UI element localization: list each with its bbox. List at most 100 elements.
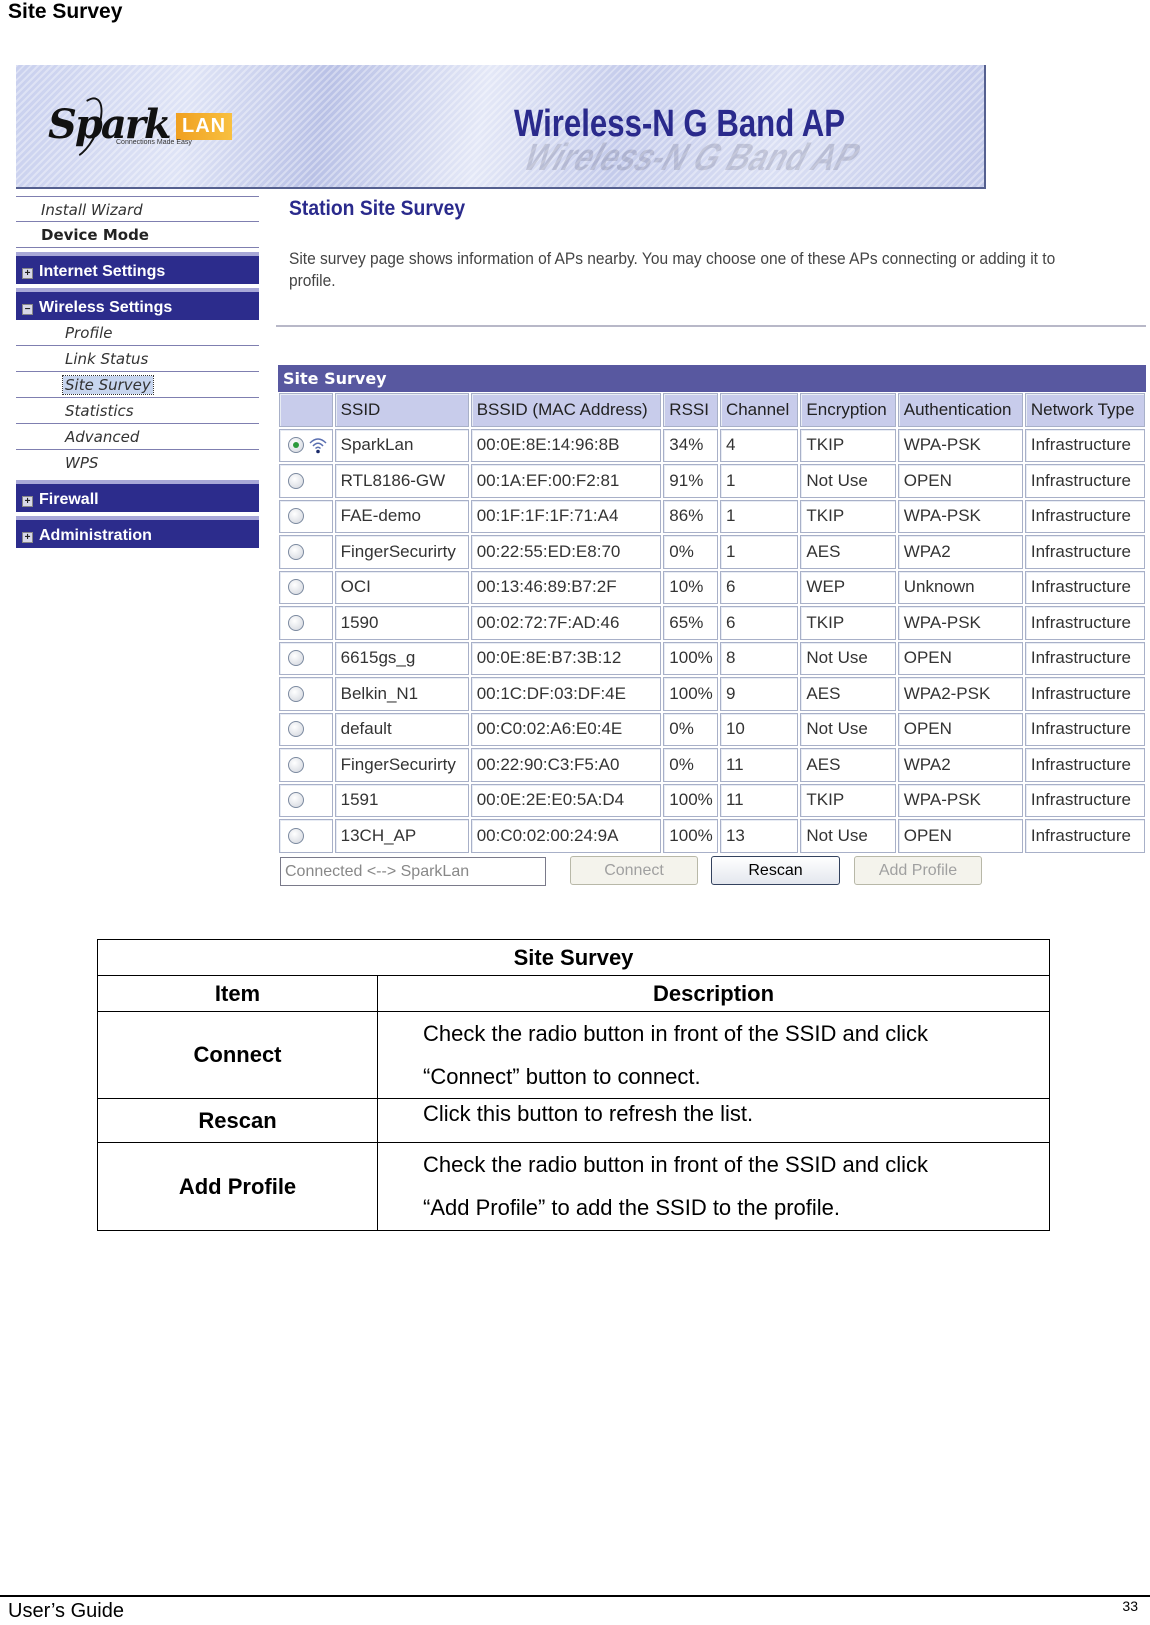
sidebar-item-label: Advanced xyxy=(65,428,140,446)
rssi-cell: 100% xyxy=(663,677,718,711)
select-cell xyxy=(279,677,333,711)
sidebar-item-install-wizard[interactable]: Install Wizard xyxy=(16,196,259,222)
table-row: Connect Check the radio button in front … xyxy=(97,1011,1050,1099)
ssid-cell: 13CH_AP xyxy=(334,819,469,853)
encryption-cell: AES xyxy=(800,535,896,569)
ap-select-radio[interactable] xyxy=(288,437,304,454)
table-row: default 00:C0:02:A6:E0:4E 0% 10 Not Use OPEN I… xyxy=(278,712,1146,748)
sidebar-item-wps[interactable]: WPS xyxy=(16,450,259,476)
sidebar-section-firewall[interactable]: + Firewall xyxy=(16,480,259,512)
ssid-cell: FAE-demo xyxy=(334,499,469,533)
ap-select-radio[interactable] xyxy=(288,508,304,525)
network-type-cell: Infrastructure xyxy=(1024,606,1145,640)
authentication-cell: OPEN xyxy=(897,464,1023,498)
ssid-cell: SparkLan xyxy=(334,428,469,462)
ap-select-radio[interactable] xyxy=(288,756,304,773)
channel-cell: 13 xyxy=(719,819,799,853)
column-header-rssi: RSSI xyxy=(663,393,718,427)
add-profile-button[interactable]: Add Profile xyxy=(854,856,982,885)
network-type-cell: Infrastructure xyxy=(1024,428,1145,462)
bssid-cell: 00:0E:2E:E0:5A:D4 xyxy=(470,783,662,817)
description-cell: Check the radio button in front of the S… xyxy=(377,1011,1050,1099)
footer-divider xyxy=(0,1595,1150,1597)
authentication-cell: WPA2-PSK xyxy=(897,677,1023,711)
table-row: Add Profile Check the radio button in fr… xyxy=(97,1142,1050,1231)
sidebar-section-wireless-settings[interactable]: − Wireless Settings xyxy=(16,288,259,320)
authentication-cell: WPA-PSK xyxy=(897,428,1023,462)
column-header-network-type: Network Type xyxy=(1024,393,1145,427)
encryption-cell: Not Use xyxy=(800,464,896,498)
sidebar-item-link-status[interactable]: Link Status xyxy=(16,346,259,372)
page-description: Site survey page shows information of AP… xyxy=(289,250,1056,290)
rescan-button[interactable]: Rescan xyxy=(711,856,840,885)
channel-cell: 6 xyxy=(719,570,799,604)
authentication-cell: OPEN xyxy=(897,819,1023,853)
connection-status-field[interactable] xyxy=(280,857,546,886)
item-cell: Add Profile xyxy=(97,1142,378,1231)
ap-select-radio[interactable] xyxy=(288,685,304,702)
expand-plus-icon[interactable]: + xyxy=(22,496,33,507)
channel-cell: 1 xyxy=(719,499,799,533)
column-header-ssid: SSID xyxy=(334,393,469,427)
bssid-cell: 00:0E:8E:14:96:8B xyxy=(470,428,662,462)
sidebar-item-statistics[interactable]: Statistics xyxy=(16,398,259,424)
table-row: 13CH_AP 00:C0:02:00:24:9A 100% 13 Not Use OPE… xyxy=(278,818,1146,854)
sidebar-item-label: Link Status xyxy=(65,350,149,368)
select-cell xyxy=(279,499,333,533)
ap-select-radio[interactable] xyxy=(288,650,304,667)
ap-select-radio[interactable] xyxy=(288,827,304,844)
collapse-minus-icon[interactable]: − xyxy=(22,304,33,315)
ap-select-radio[interactable] xyxy=(288,614,304,631)
logo-tagline: Connections Made Easy xyxy=(116,139,192,146)
ssid-cell: 6615gs_g xyxy=(334,641,469,675)
sidebar-item-label: WPS xyxy=(65,454,99,472)
select-cell xyxy=(279,783,333,817)
table-row: Belkin_N1 00:1C:DF:03:DF:4E 100% 9 AES WPA2-P… xyxy=(278,676,1146,712)
table-row: 1591 00:0E:2E:E0:5A:D4 100% 11 TKIP WPA-PSK In… xyxy=(278,783,1146,819)
sidebar-section-internet-settings[interactable]: + Internet Settings xyxy=(16,252,259,284)
sparklan-logo: Spark LAN Connections Made Easy xyxy=(48,91,268,165)
ap-select-radio[interactable] xyxy=(288,543,304,560)
ap-select-radio[interactable] xyxy=(288,579,304,596)
section-title: Site Survey xyxy=(8,0,123,23)
description-table-header-row: Item Description xyxy=(97,975,1050,1012)
encryption-cell: Not Use xyxy=(800,641,896,675)
rssi-cell: 100% xyxy=(663,783,718,817)
sidebar-item-site-survey[interactable]: Site Survey xyxy=(16,372,259,398)
sidebar-item-device-mode[interactable]: Device Mode xyxy=(16,222,259,248)
authentication-cell: WPA-PSK xyxy=(897,499,1023,533)
encryption-cell: AES xyxy=(800,748,896,782)
table-header-row: SSID BSSID (MAC Address) RSSI Channel En… xyxy=(278,392,1146,428)
ssid-cell: OCI xyxy=(334,570,469,604)
wifi-connected-icon xyxy=(308,436,328,454)
survey-table-title: Site Survey xyxy=(278,365,1146,392)
channel-cell: 8 xyxy=(719,641,799,675)
item-cell: Connect xyxy=(97,1011,378,1099)
encryption-cell: WEP xyxy=(800,570,896,604)
sidebar-nav: Install Wizard Device Mode + Internet Set… xyxy=(16,196,259,548)
column-header-channel: Channel xyxy=(719,393,799,427)
authentication-cell: WPA-PSK xyxy=(897,606,1023,640)
network-type-cell: Infrastructure xyxy=(1024,464,1145,498)
sidebar-section-administration[interactable]: + Administration xyxy=(16,516,259,548)
rssi-cell: 100% xyxy=(663,641,718,675)
ssid-cell: Belkin_N1 xyxy=(334,677,469,711)
network-type-cell: Infrastructure xyxy=(1024,712,1145,746)
expand-plus-icon[interactable]: + xyxy=(22,532,33,543)
product-name: Wireless-N G Band AP xyxy=(514,103,846,145)
ap-select-radio[interactable] xyxy=(288,721,304,738)
expand-plus-icon[interactable]: + xyxy=(22,268,33,279)
rssi-cell: 0% xyxy=(663,748,718,782)
authentication-cell: OPEN xyxy=(897,641,1023,675)
authentication-cell: WPA-PSK xyxy=(897,783,1023,817)
ap-select-radio[interactable] xyxy=(288,792,304,809)
channel-cell: 11 xyxy=(719,783,799,817)
channel-cell: 1 xyxy=(719,535,799,569)
column-header-authentication: Authentication xyxy=(897,393,1023,427)
authentication-cell: WPA2 xyxy=(897,535,1023,569)
sidebar-item-advanced[interactable]: Advanced xyxy=(16,424,259,450)
header-banner: Spark LAN Connections Made Easy Wireless… xyxy=(16,65,986,189)
column-header-description: Description xyxy=(377,975,1050,1012)
ap-select-radio[interactable] xyxy=(288,472,304,489)
connect-button[interactable]: Connect xyxy=(570,856,698,885)
